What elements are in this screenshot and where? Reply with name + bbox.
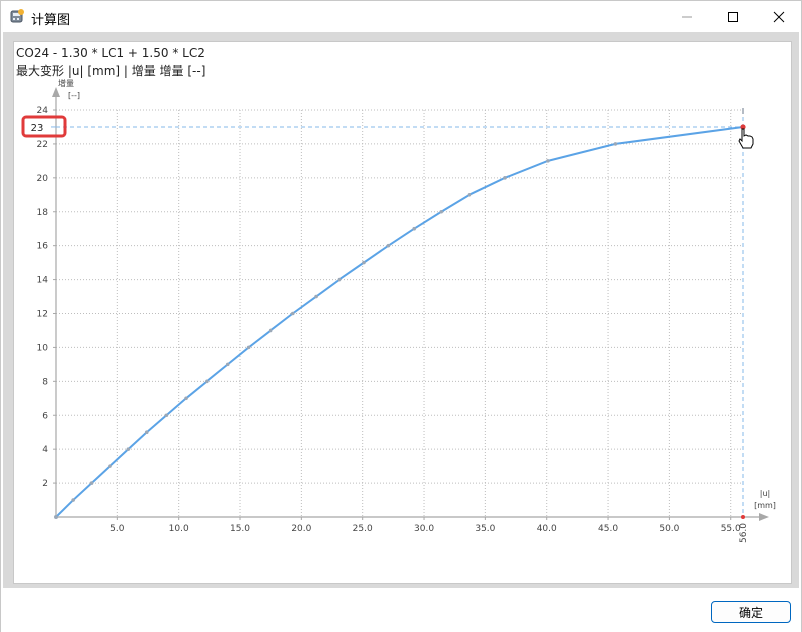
x-tick-label: 45.0 [598,524,618,534]
data-point [89,481,94,485]
x-tick-label: 15.0 [230,524,250,534]
y-tick-label: 10 [37,343,49,353]
y-tick-label: 14 [37,276,49,286]
x-tick-label: 40.0 [537,524,557,534]
x-tick-label: 20.0 [291,524,311,534]
x-tick-label: 10.0 [169,524,189,534]
y-axis-arrow [52,87,60,97]
data-point [386,243,391,248]
y-tick-label: 24 [37,106,49,116]
hand-pointer-icon [738,128,754,149]
data-point [439,209,444,214]
y-axis-unit: [--] [68,91,80,100]
y-tick-label: 8 [42,377,48,387]
data-point [546,159,550,163]
y-tick-label: 6 [42,411,48,421]
data-point [71,498,75,502]
y-tick-label: 20 [37,174,49,184]
data-point [337,277,342,282]
data-point [184,396,188,401]
x-end-point [741,515,745,519]
x-axis-title: |u| [760,489,770,498]
data-point [225,362,230,367]
x-tick-label: 5.0 [110,524,125,534]
data-point [246,345,251,350]
data-point [503,176,507,180]
data-point [144,430,149,435]
hand-pointer-shape [738,128,754,149]
y-tick-label: 16 [37,242,49,252]
x-axis-arrow [759,513,769,521]
y-tick-label: 18 [37,208,49,218]
y-tick-label: 12 [37,310,48,320]
highlight-y-label: 23 [31,123,44,134]
origin-point [54,515,58,519]
x-tick-label: 50.0 [659,524,679,534]
data-point [412,226,417,231]
y-axis-title: 增量 [58,78,74,88]
increment-deformation-chart[interactable]: 246810121416182022245.0 10.0 15.0 20.0 25.0 3… [1,1,801,588]
data-point [205,379,209,384]
data-point [126,447,131,451]
data-point [108,464,112,468]
data-point [362,260,366,265]
data-point [268,328,273,333]
data-point [290,311,295,316]
y-tick-label: 22 [37,140,48,150]
series-line [55,125,744,518]
dialog-window: 计算图 CO24 - 1.30 * LC1 + 1.50 * LC2 最大变形 … [0,0,802,632]
x-tick-label: 25.0 [353,524,373,534]
ok-button[interactable]: 确定 [711,601,791,623]
data-point [613,142,618,146]
data-point [467,192,472,197]
x-tick-label: 55.0 [721,524,741,534]
x-end-label: 56.0 [739,523,749,543]
y-tick-label: 2 [42,479,48,489]
x-tick-label: 30.0 [414,524,434,534]
data-point [314,294,318,299]
data-point [164,413,169,418]
y-tick-label: 4 [42,445,48,455]
x-tick-label: 35.0 [475,524,495,534]
dialog-footer [1,588,801,632]
x-axis-unit: [mm] [754,501,776,510]
